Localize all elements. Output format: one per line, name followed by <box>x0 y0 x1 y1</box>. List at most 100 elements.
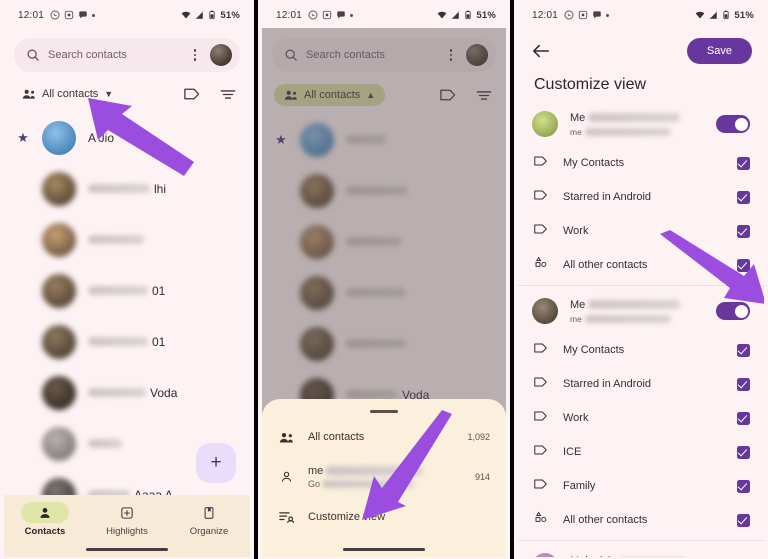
star-icon[interactable]: ★ <box>16 130 30 146</box>
group-checkbox[interactable] <box>737 343 750 357</box>
battery-percent: 51% <box>476 9 496 21</box>
person-icon <box>40 507 50 518</box>
screenshot-stage: 12:01 51% Search contacts All contacts ▼… <box>0 0 768 559</box>
account-avatar <box>532 111 558 137</box>
app-icon <box>578 10 588 20</box>
dot-icon <box>92 13 96 17</box>
highlights-icon <box>121 506 133 519</box>
group-label: Starred in Android <box>563 378 652 390</box>
sheet-item-customize-view[interactable]: Customize view <box>262 497 506 537</box>
group-row[interactable]: Starred in Android <box>518 180 764 214</box>
nav-pill <box>185 502 233 523</box>
account-name: Me <box>570 298 586 311</box>
signal-icon <box>709 11 718 19</box>
group-row[interactable]: Work <box>518 401 764 435</box>
account-toggle[interactable] <box>716 302 750 320</box>
person-icon <box>278 470 294 484</box>
dot-icon <box>606 13 610 17</box>
contact-name: Voda <box>150 385 178 400</box>
tag-icon <box>534 222 549 240</box>
account-row[interactable]: Me me <box>518 289 764 333</box>
search-input[interactable]: Search contacts <box>48 49 180 61</box>
group-label: Family <box>563 480 596 492</box>
home-indicator <box>86 548 168 551</box>
contact-avatar <box>42 324 76 359</box>
list-item[interactable]: ★ A Jio <box>4 112 250 163</box>
nav-label: Contacts <box>24 526 66 537</box>
group-checkbox[interactable] <box>737 258 750 272</box>
back-arrow-icon[interactable] <box>532 43 550 59</box>
battery-percent: 51% <box>734 9 754 21</box>
organize-icon <box>204 506 214 519</box>
group-row[interactable]: All other contacts <box>518 248 764 282</box>
tag-icon <box>534 154 549 172</box>
avatar[interactable] <box>210 44 232 66</box>
app-icon <box>64 10 74 20</box>
contact-avatar <box>42 120 76 155</box>
panel-contacts-list: 12:01 51% Search contacts All contacts ▼… <box>0 0 256 559</box>
battery-icon <box>209 10 215 20</box>
group-row[interactable]: My Contacts <box>518 333 764 367</box>
all-contacts-chip[interactable]: All contacts ▼ <box>16 84 119 104</box>
contact-avatar <box>42 375 76 410</box>
list-item[interactable]: lhi <box>4 163 250 214</box>
account-email: me <box>570 126 582 137</box>
account-row[interactable]: Meh vish <box>518 544 764 557</box>
drag-handle[interactable] <box>370 410 398 414</box>
nav-item-highlights[interactable]: Highlights <box>91 502 163 537</box>
group-checkbox[interactable] <box>737 190 750 204</box>
group-checkbox[interactable] <box>737 445 750 459</box>
account-row[interactable]: Me me <box>518 102 764 146</box>
signal-icon <box>195 11 204 19</box>
group-label: Starred in Android <box>563 191 652 203</box>
nav-label: Organize <box>189 526 229 537</box>
bottom-sheet: All contacts 1,092 me Go 914 Customize v… <box>262 399 506 557</box>
group-checkbox[interactable] <box>737 479 750 493</box>
home-indicator <box>343 548 425 551</box>
group-checkbox[interactable] <box>737 377 750 391</box>
group-label: My Contacts <box>563 344 625 356</box>
sheet-item-all-contacts[interactable]: All contacts 1,092 <box>262 417 506 457</box>
group-row[interactable]: ICE <box>518 435 764 469</box>
page-title: Customize view <box>534 76 647 93</box>
save-button[interactable]: Save <box>686 38 752 64</box>
tag-icon <box>534 188 549 206</box>
whatsapp-icon <box>564 10 574 20</box>
nav-item-contacts[interactable]: Contacts <box>9 502 81 537</box>
list-item[interactable] <box>4 214 250 265</box>
filter-row: All contacts ▼ <box>4 72 250 110</box>
divider <box>518 540 764 541</box>
account-toggle[interactable] <box>716 115 750 133</box>
contact-name: 01 <box>152 283 166 298</box>
tag-icon <box>534 375 549 393</box>
search-bar[interactable]: Search contacts <box>14 38 240 72</box>
group-row[interactable]: Work <box>518 214 764 248</box>
sheet-item-account[interactable]: me Go 914 <box>262 457 506 497</box>
filter-icon[interactable] <box>220 88 236 101</box>
contact-avatar <box>42 171 76 206</box>
search-icon <box>27 49 39 61</box>
group-checkbox[interactable] <box>737 513 750 527</box>
chip-label: All contacts <box>42 88 99 100</box>
add-contact-fab[interactable]: + <box>196 443 236 483</box>
whatsapp-icon <box>308 10 318 20</box>
label-icon[interactable] <box>184 87 200 101</box>
group-row[interactable]: Starred in Android <box>518 367 764 401</box>
list-item[interactable]: 01 <box>4 316 250 367</box>
group-checkbox[interactable] <box>737 411 750 425</box>
group-checkbox[interactable] <box>737 156 750 170</box>
all-contacts-icon <box>534 256 549 274</box>
wifi-icon <box>438 11 447 19</box>
sheet-item-count: 1,092 <box>467 432 490 443</box>
group-row[interactable]: All other contacts <box>518 503 764 537</box>
group-row[interactable]: Family <box>518 469 764 503</box>
chevron-down-icon: ▼ <box>104 89 114 99</box>
sheet-item-label: Customize view <box>308 511 386 524</box>
list-item[interactable]: 01 <box>4 265 250 316</box>
status-time: 12:01 <box>276 9 303 21</box>
nav-item-organize[interactable]: Organize <box>173 502 245 537</box>
group-checkbox[interactable] <box>737 224 750 238</box>
group-row[interactable]: My Contacts <box>518 146 764 180</box>
list-item[interactable]: Voda <box>4 367 250 418</box>
more-options-icon[interactable] <box>188 49 202 61</box>
